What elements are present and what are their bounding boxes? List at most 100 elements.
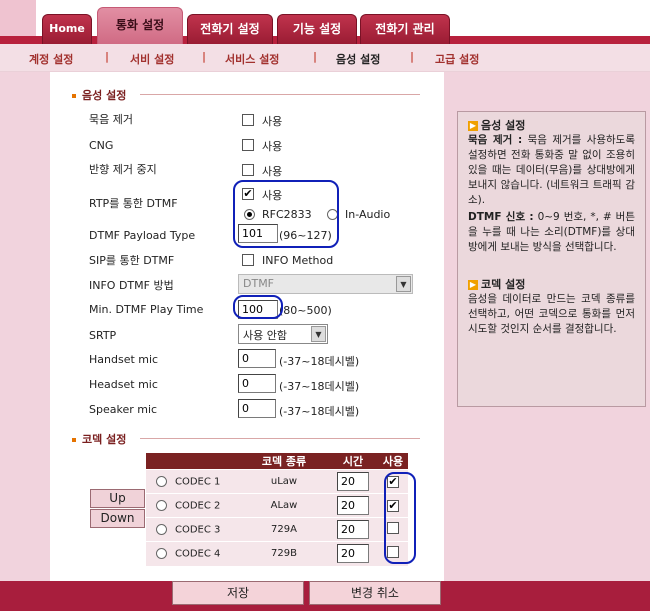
codec-table-header: 코덱 종류 시간 사용 [146, 453, 408, 470]
cng-label: CNG [89, 139, 114, 152]
sub-navigation: 계정 설정 | 서비 설정 | 서비스 설정 | 음성 설정 | 고급 설정 [0, 44, 650, 72]
headset-mic-input[interactable]: 0 [238, 374, 276, 393]
speaker-mic-label: Speaker mic [89, 403, 158, 416]
main-panel: 음성 설정 묵음 제거 사용 CNG 사용 반향 제거 중지 사용 RTP를 통… [50, 72, 444, 582]
handset-mic-range: (-37~18데시벨) [279, 355, 360, 368]
handset-mic-input[interactable]: 0 [238, 349, 276, 368]
bullet-icon [72, 438, 76, 442]
codec-row: CODEC 2 ALaw 20 ✔ [146, 493, 408, 518]
codec-name-cell: CODEC 3 [146, 517, 240, 542]
codec-time-input[interactable]: 20 [337, 544, 369, 564]
sip-info-checkbox[interactable] [242, 254, 254, 266]
codec-table: 코덱 종류 시간 사용 CODEC 1 uLaw 20 ✔ CODEC 2 AL… [146, 453, 408, 566]
mute-label: 묵음 제거 [89, 113, 133, 126]
arrow-icon: ▶ [468, 121, 478, 131]
codec-section-title: 코덱 설정 [72, 431, 126, 447]
cancel-button[interactable]: 변경 취소 [309, 581, 441, 605]
subnav-separator: | [202, 50, 207, 63]
subnav-advanced[interactable]: 고급 설정 [435, 51, 479, 67]
in-audio-label: In-Audio [345, 208, 391, 221]
speaker-mic-input[interactable]: 0 [238, 399, 276, 418]
chevron-down-icon: ▼ [311, 326, 326, 342]
cng-checkbox[interactable] [242, 139, 254, 151]
codec-row: CODEC 3 729A 20 [146, 517, 408, 542]
codec-down-button[interactable]: Down [90, 509, 145, 528]
codec-radio[interactable] [156, 475, 167, 487]
subnav-voice[interactable]: 음성 설정 [336, 51, 380, 67]
codec-row: CODEC 1 uLaw 20 ✔ [146, 469, 408, 494]
subnav-separator: | [105, 50, 110, 63]
subnav-service[interactable]: 서비스 설정 [225, 51, 279, 67]
top-bar: Home 통화 설정 전화기 설정 기능 설정 전화기 관리 [0, 0, 650, 44]
subnav-server[interactable]: 서비 설정 [130, 51, 174, 67]
codec-time-cell: 20 [328, 469, 378, 494]
payload-label: DTMF Payload Type [89, 229, 196, 242]
rtp-dtmf-label: RTP를 통한 DTMF [89, 197, 178, 210]
codec-radio[interactable] [156, 523, 167, 535]
headset-mic-range: (-37~18데시벨) [279, 380, 360, 393]
cng-option-label: 사용 [262, 140, 283, 153]
codec-type-cell: uLaw [240, 469, 328, 494]
bullet-icon [72, 94, 76, 98]
handset-mic-label: Handset mic [89, 353, 159, 366]
codec-type-header: 코덱 종류 [240, 453, 328, 470]
headset-mic-label: Headset mic [89, 378, 158, 391]
codec-time-header: 시간 [328, 453, 378, 470]
tab-phone-management[interactable]: 전화기 관리 [360, 14, 450, 44]
codec-time-cell: 20 [328, 517, 378, 542]
codec-up-button[interactable]: Up [90, 489, 145, 508]
echo-checkbox[interactable] [242, 164, 254, 176]
echo-label: 반향 제거 중지 [89, 163, 157, 176]
chevron-down-icon: ▼ [396, 276, 411, 292]
codec-time-cell: 20 [328, 541, 378, 566]
highlight-ring-min-play [233, 295, 283, 319]
codec-type-cell: 729A [240, 517, 328, 542]
section-divider [140, 438, 420, 439]
codec-time-input[interactable]: 20 [337, 520, 369, 539]
codec-type-cell: ALaw [240, 493, 328, 518]
mute-checkbox[interactable] [242, 114, 254, 126]
info-dtmf-label: INFO DTMF 방법 [89, 279, 174, 292]
info-dtmf-select[interactable]: DTMF ▼ [238, 274, 413, 294]
codec-use-header: 사용 [378, 453, 408, 470]
left-strip [0, 72, 50, 581]
highlight-ring-rtp [233, 180, 339, 248]
codec-radio[interactable] [156, 548, 167, 559]
subnav-separator: | [410, 50, 415, 63]
codec-type-cell: 729B [240, 541, 328, 566]
min-play-label: Min. DTMF Play Time [89, 303, 204, 316]
tab-call-settings[interactable]: 통화 설정 [97, 7, 183, 44]
mute-option-label: 사용 [262, 115, 283, 128]
codec-time-input[interactable]: 20 [337, 472, 369, 491]
codec-row: CODEC 4 729B 20 [146, 541, 408, 566]
min-play-range: (80~500) [279, 304, 332, 317]
help-panel: ▶ 음성 설정 묵음 제거 : 묵음 제거를 사용하도록 설정하면 전화 통화중 … [457, 111, 646, 407]
codec-name-cell: CODEC 4 [146, 541, 240, 566]
section-divider [140, 94, 420, 95]
help-voice-title: ▶ 음성 설정 [468, 119, 526, 132]
tab-function-settings[interactable]: 기능 설정 [277, 14, 357, 44]
speaker-mic-range: (-37~18데시벨) [279, 405, 360, 418]
srtp-label: SRTP [89, 329, 117, 342]
codec-radio[interactable] [156, 499, 167, 511]
help-codec-title: ▶ 코덱 설정 [468, 278, 526, 291]
help-dtmf-text: DTMF 신호 : 0~9 번호, *, # 버튼을 누를 때 나는 소리(DT… [468, 211, 635, 253]
codec-name-header [146, 453, 240, 470]
subnav-account[interactable]: 계정 설정 [29, 51, 73, 67]
help-codec-text: 음성을 데이터로 만드는 코덱 종류를 선택하고, 어떤 코덱으로 통화를 먼저… [468, 293, 635, 335]
subnav-separator: | [313, 50, 318, 63]
voice-section-title: 음성 설정 [72, 87, 126, 103]
arrow-icon: ▶ [468, 280, 478, 290]
srtp-select[interactable]: 사용 안함 ▼ [238, 324, 328, 344]
codec-name-cell: CODEC 2 [146, 493, 240, 518]
codec-time-input[interactable]: 20 [337, 496, 369, 515]
help-mute-text: 묵음 제거 : 묵음 제거를 사용하도록 설정하면 전화 통화중 말 없이 조용… [468, 134, 635, 206]
sip-info-label: INFO Method [262, 254, 334, 267]
save-button[interactable]: 저장 [172, 581, 304, 605]
codec-time-cell: 20 [328, 493, 378, 518]
tab-phone-settings[interactable]: 전화기 설정 [187, 14, 273, 44]
echo-option-label: 사용 [262, 165, 283, 178]
codec-name-cell: CODEC 1 [146, 469, 240, 494]
highlight-ring-codec-use [384, 472, 416, 564]
tab-home[interactable]: Home [42, 14, 92, 44]
